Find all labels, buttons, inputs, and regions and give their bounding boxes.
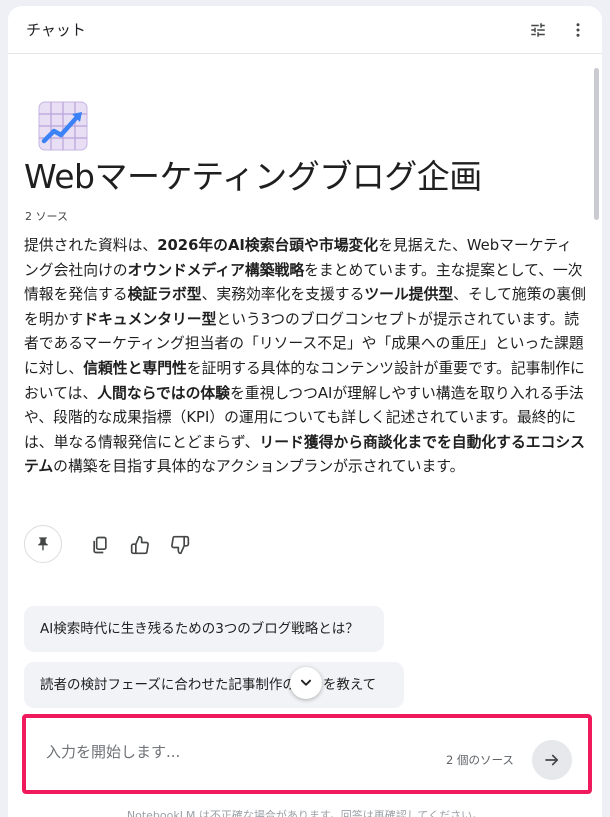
- copy-icon: [93, 536, 107, 554]
- thumb-down-button[interactable]: [168, 533, 192, 557]
- scroll-down-button[interactable]: [290, 667, 322, 699]
- summary-highlight: ドキュメンタリー型: [83, 310, 217, 328]
- composer-sources-count: 2 個のソース: [446, 753, 514, 767]
- more-vert-icon[interactable]: [566, 18, 590, 42]
- chevron-down-icon: [300, 679, 312, 686]
- pin-button[interactable]: [24, 525, 62, 563]
- summary-highlight: 2026年のAI検索台頭や市場変化: [157, 237, 379, 254]
- pin-icon: [38, 537, 48, 551]
- scrollbar[interactable]: [594, 68, 599, 220]
- summary-highlight: 信頼性と専門性: [83, 359, 187, 377]
- chat-header-title: チャット: [26, 21, 86, 39]
- summary-highlight: オウンドメディア構築戦略: [127, 261, 305, 279]
- summary-text: 提供された資料は、: [24, 237, 158, 254]
- notebook-summary: 提供された資料は、2026年のAI検索台頭や市場変化を見据えた、Webマーケティ…: [24, 234, 586, 480]
- thumb-up-icon: [130, 535, 149, 555]
- footer-disclaimer: NotebookLM は不正確な場合があります。回答は再確認してください。: [126, 809, 484, 817]
- arrow-right-icon: [545, 754, 559, 766]
- summary-text: の構築を目指す具体的なアクションプランが示されています。: [53, 458, 465, 476]
- chat-panel: チャット Webマーケティングブログ企画 2 ソース 提供された資料は、2026…: [8, 6, 602, 817]
- copy-button[interactable]: [88, 533, 112, 557]
- tune-icon[interactable]: [526, 18, 550, 42]
- send-button[interactable]: [532, 740, 572, 780]
- summary-highlight: 検証ラボ型: [127, 286, 202, 304]
- notebook-title: Webマーケティングブログ企画: [24, 157, 482, 196]
- suggestion-chip[interactable]: AI検索時代に生き残るための3つのブログ戦略とは？: [24, 606, 384, 652]
- sources-count: 2 ソース: [25, 210, 68, 223]
- chat-input[interactable]: [46, 740, 426, 764]
- thumb-up-button[interactable]: [128, 533, 152, 557]
- chat-header: チャット: [8, 6, 602, 54]
- suggestion-chip[interactable]: 読者の検討フェーズに合わせた記事制作のコツを教えて: [24, 662, 404, 708]
- composer: 2 個のソース: [22, 714, 592, 794]
- summary-highlight: ツール提供型: [364, 286, 454, 304]
- summary-text: 、実務効率化を支援する: [201, 286, 365, 304]
- summary-highlight: 人間ならではの体験: [97, 384, 230, 402]
- thumb-down-icon: [171, 535, 190, 555]
- chart-increasing-icon: [38, 101, 88, 151]
